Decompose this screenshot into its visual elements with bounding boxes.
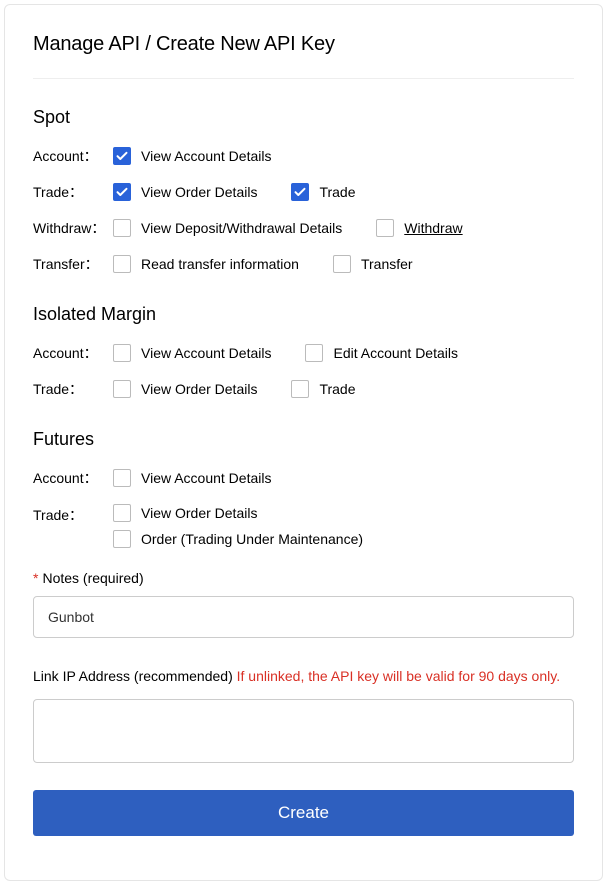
spot-withdraw-row: Withdraw： View Deposit/Withdrawal Detail… bbox=[33, 218, 574, 238]
options-group: View Account Details bbox=[113, 469, 271, 487]
notes-label: *Notes (required) bbox=[33, 570, 574, 586]
options-group: View Account Details bbox=[113, 147, 271, 165]
options-group: View Order Details Trade bbox=[113, 183, 356, 201]
api-key-form-card: Manage API / Create New API Key Spot Acc… bbox=[4, 4, 603, 881]
checkbox-view-deposit-withdrawal[interactable] bbox=[113, 219, 131, 237]
checkbox-label: View Account Details bbox=[141, 470, 271, 486]
row-label: Account： bbox=[33, 343, 113, 363]
checkbox-label: View Account Details bbox=[141, 148, 271, 164]
checkbox-im-trade[interactable] bbox=[291, 380, 309, 398]
checkbox-im-edit-account[interactable] bbox=[305, 344, 323, 362]
checkbox-option: Edit Account Details bbox=[305, 344, 458, 362]
notes-label-text: Notes (required) bbox=[42, 570, 143, 586]
im-trade-row: Trade： View Order Details Trade bbox=[33, 379, 574, 399]
checkbox-withdraw[interactable] bbox=[376, 219, 394, 237]
row-label: Trade： bbox=[33, 379, 113, 399]
checkbox-option: Trade bbox=[291, 183, 355, 201]
checkbox-label: Read transfer information bbox=[141, 256, 299, 272]
checkbox-futures-view-orders[interactable] bbox=[113, 504, 131, 522]
checkbox-transfer[interactable] bbox=[333, 255, 351, 273]
checkbox-label: Edit Account Details bbox=[333, 345, 458, 361]
checkbox-label: Trade bbox=[319, 184, 355, 200]
options-group: View Deposit/Withdrawal Details Withdraw bbox=[113, 219, 463, 237]
checkbox-option: View Account Details bbox=[113, 344, 271, 362]
checkbox-label: View Order Details bbox=[141, 505, 257, 521]
row-label: Account： bbox=[33, 468, 113, 488]
checkbox-option: View Order Details bbox=[113, 504, 257, 522]
options-group: View Account Details Edit Account Detail… bbox=[113, 344, 458, 362]
checkbox-option: View Order Details bbox=[113, 380, 257, 398]
checkbox-option: View Account Details bbox=[113, 469, 271, 487]
futures-trade-row: Trade： View Order Details Order (Trading… bbox=[33, 504, 574, 548]
spot-account-row: Account： View Account Details bbox=[33, 146, 574, 166]
checkbox-im-view-orders[interactable] bbox=[113, 380, 131, 398]
options-group: View Order Details Order (Trading Under … bbox=[113, 504, 363, 548]
checkbox-label: View Order Details bbox=[141, 184, 257, 200]
checkbox-futures-order-maint[interactable] bbox=[113, 530, 131, 548]
divider bbox=[33, 78, 574, 79]
im-account-row: Account： View Account Details Edit Accou… bbox=[33, 343, 574, 363]
required-asterisk: * bbox=[33, 570, 38, 586]
checkbox-label: View Order Details bbox=[141, 381, 257, 397]
checkbox-option: View Deposit/Withdrawal Details bbox=[113, 219, 342, 237]
futures-account-row: Account： View Account Details bbox=[33, 468, 574, 488]
checkbox-view-account-details[interactable] bbox=[113, 147, 131, 165]
link-ip-label: Link IP Address (recommended) If unlinke… bbox=[33, 666, 574, 687]
options-group: Read transfer information Transfer bbox=[113, 255, 413, 273]
spot-transfer-row: Transfer： Read transfer information Tran… bbox=[33, 254, 574, 274]
checkbox-label: Withdraw bbox=[404, 220, 462, 236]
checkbox-label: Transfer bbox=[361, 256, 413, 272]
checkbox-option: Order (Trading Under Maintenance) bbox=[113, 530, 363, 548]
checkbox-option: Transfer bbox=[333, 255, 413, 273]
row-label: Trade： bbox=[33, 182, 113, 202]
checkbox-futures-view-account[interactable] bbox=[113, 469, 131, 487]
checkbox-read-transfer[interactable] bbox=[113, 255, 131, 273]
notes-input[interactable] bbox=[33, 596, 574, 638]
checkbox-option: Read transfer information bbox=[113, 255, 299, 273]
section-header-futures: Futures bbox=[33, 429, 574, 450]
checkbox-label: Order (Trading Under Maintenance) bbox=[141, 531, 363, 547]
options-group: View Order Details Trade bbox=[113, 380, 356, 398]
checkbox-option: Trade bbox=[291, 380, 355, 398]
link-ip-input[interactable] bbox=[33, 699, 574, 763]
link-ip-prefix: Link IP Address (recommended) bbox=[33, 668, 237, 684]
row-label: Withdraw： bbox=[33, 218, 113, 238]
checkbox-view-order-details[interactable] bbox=[113, 183, 131, 201]
section-header-isolated-margin: Isolated Margin bbox=[33, 304, 574, 325]
checkbox-option: Withdraw bbox=[376, 219, 462, 237]
link-ip-warning: If unlinked, the API key will be valid f… bbox=[237, 668, 560, 684]
checkbox-option: View Account Details bbox=[113, 147, 271, 165]
checkbox-label: View Deposit/Withdrawal Details bbox=[141, 220, 342, 236]
page-title: Manage API / Create New API Key bbox=[33, 33, 574, 56]
checkbox-label: Trade bbox=[319, 381, 355, 397]
checkbox-option: View Order Details bbox=[113, 183, 257, 201]
section-header-spot: Spot bbox=[33, 107, 574, 128]
checkbox-trade[interactable] bbox=[291, 183, 309, 201]
row-label: Trade： bbox=[33, 504, 113, 525]
create-button[interactable]: Create bbox=[33, 790, 574, 836]
row-label: Account： bbox=[33, 146, 113, 166]
checkbox-im-view-account[interactable] bbox=[113, 344, 131, 362]
row-label: Transfer： bbox=[33, 254, 113, 274]
checkbox-label: View Account Details bbox=[141, 345, 271, 361]
spot-trade-row: Trade： View Order Details Trade bbox=[33, 182, 574, 202]
